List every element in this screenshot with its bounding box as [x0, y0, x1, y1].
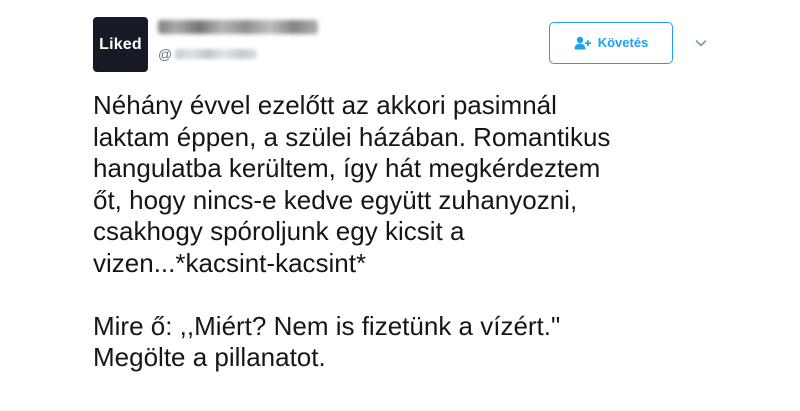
- avatar[interactable]: Liked: [93, 17, 148, 72]
- author-handle[interactable]: @: [158, 45, 258, 63]
- follow-button[interactable]: Követés: [549, 22, 673, 64]
- tweet-line: Mire ő: ,,Miért? Nem is fizetünk a vízér…: [93, 310, 561, 341]
- tweet-line: Megölte a pillanatot.: [93, 342, 326, 372]
- tweet-line: csakhogy spóroljunk egy kicsit a: [93, 216, 465, 246]
- chevron-down-icon[interactable]: [693, 35, 709, 51]
- author-display-name-redacted[interactable]: [158, 20, 318, 34]
- tweet-text: Néhány évvel ezelőtt az akkori pasimnál …: [93, 90, 783, 374]
- tweet-line: vizen...*kacsint-kacsint*: [93, 247, 367, 278]
- avatar-logo-text: Liked: [99, 35, 142, 53]
- tweet-line: őt, hogy nincs-e kedve együtt zuhanyozni…: [93, 184, 578, 215]
- tweet-paragraph-1: Néhány évvel ezelőtt az akkori pasimnál …: [93, 90, 783, 279]
- tweet-line: laktam éppen, a szülei házában. Romantik…: [93, 121, 611, 152]
- handle-prefix: @: [158, 46, 173, 62]
- tweet-line: Néhány évvel ezelőtt az akkori pasimnál: [93, 90, 557, 120]
- tweet-paragraph-2: Mire ő: ,,Miért? Nem is fizetünk a vízér…: [93, 311, 783, 374]
- tweet-line: hangulatba kerültem, így hát megkérdezte…: [93, 153, 601, 183]
- handle-redacted: [175, 49, 258, 59]
- person-plus-icon: [574, 36, 591, 50]
- follow-button-label: Követés: [597, 35, 649, 50]
